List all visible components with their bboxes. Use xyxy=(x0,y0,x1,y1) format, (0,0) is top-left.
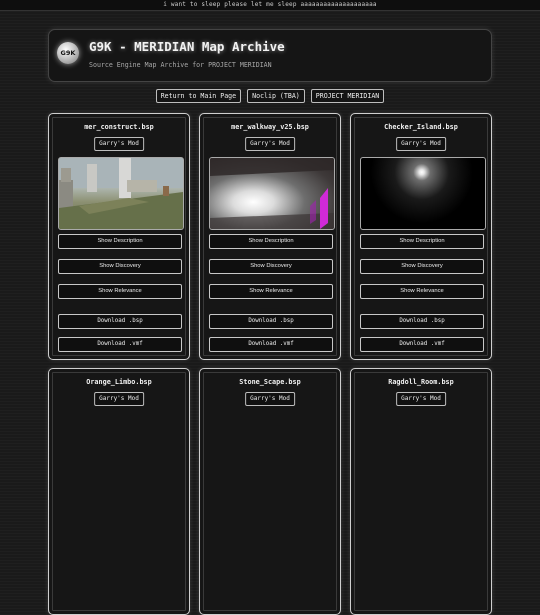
show-relevance-button[interactable]: Show Relevance xyxy=(360,284,484,299)
mod-button[interactable]: Garry's Mod xyxy=(245,392,295,406)
map-card: mer_walkway_v25.bsp Garry's Mod Show Des… xyxy=(199,113,341,360)
nav-bar: Return to Main Page Noclip (TBA) PROJECT… xyxy=(0,89,540,103)
download-vmf-button[interactable]: Download .vmf xyxy=(209,337,333,352)
map-name: Orange_Limbo.bsp xyxy=(86,378,152,386)
map-name: Stone_Scape.bsp xyxy=(239,378,301,386)
download-vmf-button[interactable]: Download .vmf xyxy=(58,337,182,352)
map-grid: mer_construct.bsp Garry's Mod Show Descr… xyxy=(48,113,492,615)
show-description-button[interactable]: Show Description xyxy=(209,234,333,249)
map-name: Ragdoll_Room.bsp xyxy=(388,378,454,386)
download-bsp-button[interactable]: Download .bsp xyxy=(58,314,182,329)
download-vmf-button[interactable]: Download .vmf xyxy=(360,337,484,352)
map-card: Checker_Island.bsp Garry's Mod Show Desc… xyxy=(350,113,492,360)
mod-button[interactable]: Garry's Mod xyxy=(94,137,144,151)
map-card: Stone_Scape.bsp Garry's Mod xyxy=(199,368,341,615)
map-name: Checker_Island.bsp xyxy=(384,123,458,131)
mod-button[interactable]: Garry's Mod xyxy=(94,392,144,406)
marquee-banner: i want to sleep please let me sleep aaaa… xyxy=(0,0,540,11)
map-thumbnail xyxy=(360,157,486,230)
header-panel: G9K G9K - MERIDIAN Map Archive Source En… xyxy=(48,29,492,82)
show-description-button[interactable]: Show Description xyxy=(58,234,182,249)
map-card: mer_construct.bsp Garry's Mod Show Descr… xyxy=(48,113,190,360)
show-relevance-button[interactable]: Show Relevance xyxy=(58,284,182,299)
project-meridian-button[interactable]: PROJECT MERIDIAN xyxy=(310,89,385,103)
g9k-logo: G9K xyxy=(57,42,79,64)
show-description-button[interactable]: Show Description xyxy=(360,234,484,249)
map-name: mer_construct.bsp xyxy=(84,123,154,131)
show-discovery-button[interactable]: Show Discovery xyxy=(209,259,333,274)
download-bsp-button[interactable]: Download .bsp xyxy=(360,314,484,329)
page-subtitle: Source Engine Map Archive for PROJECT ME… xyxy=(89,61,272,69)
show-discovery-button[interactable]: Show Discovery xyxy=(58,259,182,274)
return-main-button[interactable]: Return to Main Page xyxy=(155,89,242,103)
map-thumbnail xyxy=(58,157,184,230)
mod-button[interactable]: Garry's Mod xyxy=(396,137,446,151)
map-thumbnail xyxy=(209,157,335,230)
show-relevance-button[interactable]: Show Relevance xyxy=(209,284,333,299)
mod-button[interactable]: Garry's Mod xyxy=(396,392,446,406)
download-bsp-button[interactable]: Download .bsp xyxy=(209,314,333,329)
map-card: Ragdoll_Room.bsp Garry's Mod xyxy=(350,368,492,615)
map-card: Orange_Limbo.bsp Garry's Mod xyxy=(48,368,190,615)
show-discovery-button[interactable]: Show Discovery xyxy=(360,259,484,274)
page-title: G9K - MERIDIAN Map Archive xyxy=(89,39,285,54)
noclip-button[interactable]: Noclip (TBA) xyxy=(247,89,305,103)
mod-button[interactable]: Garry's Mod xyxy=(245,137,295,151)
map-name: mer_walkway_v25.bsp xyxy=(231,123,309,131)
